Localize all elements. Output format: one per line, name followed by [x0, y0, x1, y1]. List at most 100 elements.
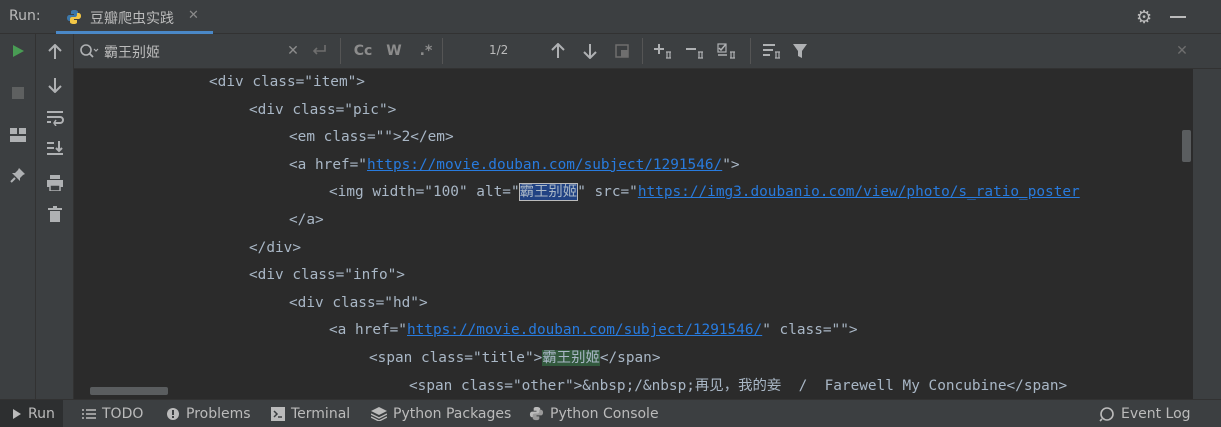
tool-tab-label: Terminal	[291, 405, 351, 422]
previous-match-icon[interactable]	[548, 40, 568, 62]
tool-tab-run[interactable]: Run	[0, 400, 63, 427]
code-text: </span>	[599, 350, 661, 366]
whole-words-button[interactable]: W	[384, 40, 404, 62]
search-match: 霸王别姬	[542, 350, 600, 366]
trash-icon[interactable]	[43, 202, 67, 226]
right-gutter	[1193, 69, 1221, 399]
code-line: <span class="title">霸王别姬</span>	[369, 345, 661, 372]
filter-icon[interactable]	[790, 40, 810, 62]
play-icon	[12, 408, 22, 420]
url-link[interactable]: https://movie.douban.com/subject/1291546…	[367, 157, 722, 173]
print-icon[interactable]	[43, 171, 67, 195]
add-occurrence-icon[interactable]	[652, 40, 676, 62]
event-log-icon	[1099, 406, 1115, 422]
code-text: </a>	[289, 212, 324, 228]
arrow-down-icon[interactable]	[43, 73, 67, 97]
gear-icon[interactable]: ⚙	[1136, 7, 1152, 28]
output-actions-toolbar	[36, 34, 74, 399]
code-text: ">	[722, 156, 740, 173]
tool-tab-event-log[interactable]: Event Log	[1099, 400, 1191, 427]
tool-tab-problems[interactable]: Problems	[166, 400, 251, 427]
code-text: <span class="title">	[369, 350, 543, 366]
code-text: <a href="	[329, 322, 407, 339]
next-match-icon[interactable]	[580, 40, 600, 62]
find-bar: ✕ Cc W .* 1/2 ✕	[74, 34, 1221, 69]
info-icon	[166, 407, 180, 421]
match-count: 1/2	[489, 43, 509, 57]
run-actions-toolbar	[0, 34, 36, 399]
tool-tab-label: Python Console	[550, 405, 659, 422]
tab-title: 豆瓣爬虫实践	[90, 11, 174, 27]
url-link[interactable]: https://img3.doubanio.com/view/photo/s_r…	[638, 184, 1080, 200]
tab-run-config[interactable]: 豆瓣爬虫实践 ✕	[56, 0, 213, 34]
tool-tab-todo[interactable]: TODO	[82, 400, 143, 427]
code-line: <span class="other">&nbsp;/&nbsp;再见，我的妾 …	[409, 373, 1067, 399]
code-text: " src="	[577, 184, 638, 201]
select-all-occurrences-icon[interactable]	[612, 40, 632, 62]
python-icon	[529, 406, 544, 421]
code-text: <div class="pic">	[249, 101, 397, 118]
soft-wrap-icon[interactable]	[43, 106, 67, 130]
divider	[750, 38, 751, 64]
regex-button[interactable]: .*	[416, 40, 436, 62]
clear-search-icon[interactable]: ✕	[286, 40, 300, 62]
code-line: </div>	[249, 235, 301, 262]
search-match: 霸王别姬	[518, 183, 579, 202]
code-text: <a href="	[289, 156, 367, 173]
url-link[interactable]: https://movie.douban.com/subject/1291546…	[407, 322, 762, 338]
horizontal-scroll-thumb[interactable]	[90, 387, 168, 395]
code-line: <img width="100" alt="霸王别姬" src="https:/…	[329, 179, 1080, 206]
replace-toggle-icon[interactable]	[310, 40, 328, 62]
code-line: <div class="pic">	[249, 97, 396, 124]
close-icon[interactable]: ✕	[188, 8, 199, 23]
code-line: <div class="hd">	[289, 290, 428, 317]
search-icon[interactable]	[79, 43, 99, 63]
divider	[642, 38, 643, 64]
list-icon	[82, 408, 96, 420]
tool-tab-label: TODO	[102, 405, 144, 422]
code-line: <div class="info">	[249, 262, 405, 289]
tool-window-bar: Run TODO Problems Terminal Python Packag…	[0, 399, 1221, 427]
code-text: <div class="item">	[209, 74, 365, 90]
code-text: <em class="">2</em>	[289, 129, 454, 146]
code-text: <div class="info">	[249, 267, 405, 284]
tool-tab-python-console[interactable]: Python Console	[529, 400, 659, 427]
search-input[interactable]	[102, 41, 286, 63]
code-text: <img width="100" alt="	[329, 184, 520, 201]
code-line: <em class="">2</em>	[289, 124, 454, 151]
console-output[interactable]: <div class="item"> <div class="pic"> <em c…	[74, 69, 1181, 399]
code-text: </div>	[249, 239, 301, 256]
code-text: <div class="hd">	[289, 294, 428, 311]
python-icon	[66, 9, 82, 25]
pin-icon[interactable]	[6, 163, 30, 187]
code-line: </a>	[289, 207, 324, 234]
select-all-matches-icon[interactable]	[716, 40, 740, 62]
arrow-up-icon[interactable]	[43, 40, 67, 64]
minimize-icon[interactable]	[1170, 16, 1186, 18]
stop-icon[interactable]	[6, 81, 30, 105]
run-tool-window-header: Run: 豆瓣爬虫实践 ✕ ⚙	[0, 0, 1221, 34]
remove-occurrence-icon[interactable]	[684, 40, 708, 62]
tool-tab-python-packages[interactable]: Python Packages	[371, 400, 511, 427]
run-label: Run:	[9, 8, 41, 24]
tool-tab-label: Python Packages	[393, 405, 512, 422]
layers-icon	[371, 406, 387, 421]
layout-icon[interactable]	[6, 123, 30, 147]
divider	[442, 38, 443, 64]
code-text: " class="">	[762, 322, 858, 339]
tool-tab-label: Run	[28, 405, 55, 422]
scroll-to-end-icon[interactable]	[43, 136, 67, 160]
match-case-button[interactable]: Cc	[352, 40, 374, 62]
terminal-icon	[271, 406, 285, 421]
close-find-icon[interactable]: ✕	[1174, 40, 1190, 62]
tool-tab-label: Problems	[186, 405, 251, 422]
code-line: <div class="item">	[209, 69, 365, 96]
vertical-scrollbar[interactable]	[1181, 69, 1193, 399]
rerun-play-icon[interactable]	[6, 39, 30, 63]
tool-tab-terminal[interactable]: Terminal	[271, 400, 350, 427]
code-line: <a href="https://movie.douban.com/subjec…	[289, 152, 740, 179]
vertical-scroll-thumb[interactable]	[1182, 130, 1191, 162]
filter-lines-icon[interactable]	[760, 40, 784, 62]
tool-tab-label: Event Log	[1121, 405, 1191, 422]
divider	[340, 38, 341, 64]
